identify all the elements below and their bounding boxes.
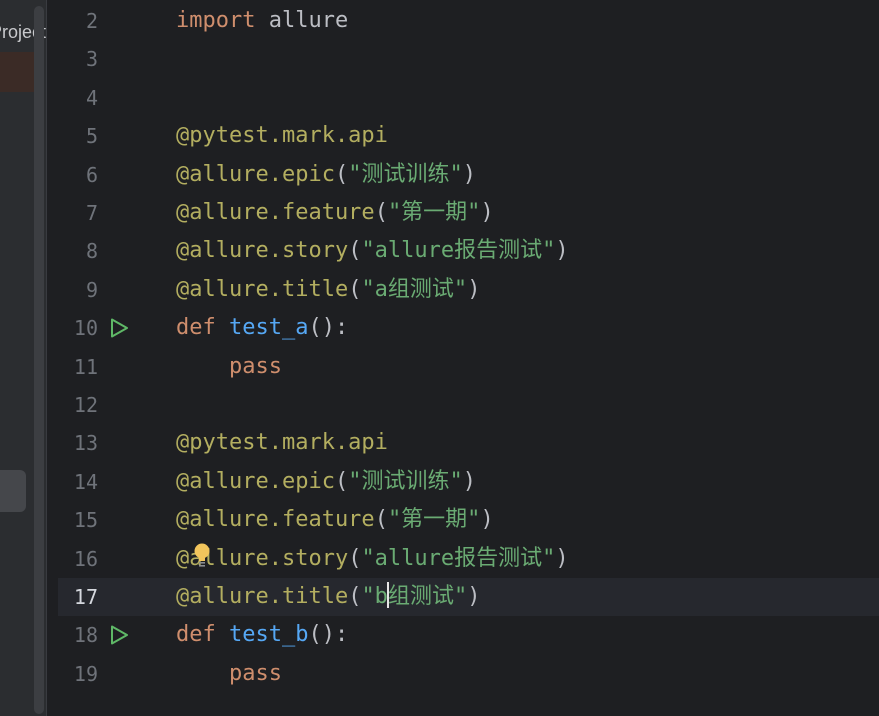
line-number: 17 — [73, 585, 98, 609]
code-text[interactable]: @allure.feature("第一期") — [176, 194, 494, 232]
line-number: 6 — [85, 162, 98, 187]
line-number: 7 — [85, 201, 98, 225]
code-line[interactable]: 19 pass — [58, 655, 879, 693]
code-line[interactable]: 9 @allure.title("a组测试") — [58, 271, 879, 309]
code-line-current[interactable]: 17 @allure.title("b组测试") — [58, 578, 879, 617]
code-text[interactable]: @pytest.mark.api — [176, 424, 388, 462]
code-line[interactable]: 14 @allure.epic("测试训练") — [58, 463, 879, 501]
line-number: 3 — [85, 47, 98, 72]
code-line[interactable]: 2 import allure — [58, 2, 879, 40]
code-text[interactable]: @pytest.mark.api — [176, 117, 388, 155]
project-tool-window: Project — [0, 0, 46, 716]
line-number: 2 — [85, 9, 98, 33]
line-number: 12 — [73, 393, 98, 417]
code-text[interactable]: @allure.feature("第一期") — [176, 501, 494, 539]
run-test-icon[interactable] — [108, 624, 130, 646]
line-number: 14 — [73, 469, 98, 494]
line-number: 8 — [85, 239, 98, 264]
code-text[interactable]: pass — [176, 655, 282, 693]
project-panel-scrollbar[interactable] — [34, 6, 44, 714]
code-text[interactable]: import allure — [176, 2, 348, 40]
line-number: 18 — [73, 623, 98, 648]
line-number: 16 — [73, 546, 98, 571]
code-text[interactable]: def test_b(): — [176, 616, 348, 654]
code-text[interactable]: @allure.title("a组测试") — [176, 271, 480, 309]
code-line[interactable]: 4 — [58, 79, 879, 117]
code-line[interactable]: 7 @allure.feature("第一期") — [58, 194, 879, 232]
line-number: 11 — [73, 354, 98, 379]
code-line[interactable]: 6 @allure.epic("测试训练") — [58, 156, 879, 194]
code-line[interactable]: 13 @pytest.mark.api — [58, 424, 879, 462]
code-line[interactable]: 12 — [58, 386, 879, 424]
line-number: 15 — [73, 508, 98, 533]
run-test-icon[interactable] — [108, 317, 130, 339]
code-text[interactable]: @allure.epic("测试训练") — [176, 463, 476, 501]
line-number: 5 — [85, 124, 98, 149]
code-line[interactable]: 5 @pytest.mark.api — [58, 117, 879, 155]
line-number: 19 — [73, 661, 98, 686]
code-text[interactable]: @allure.epic("测试训练") — [176, 156, 476, 194]
line-number: 4 — [85, 85, 98, 110]
code-text[interactable]: @allure.story("allure报告测试") — [176, 232, 569, 270]
code-line[interactable]: 10 def test_a(): — [58, 309, 879, 347]
code-line[interactable]: 18 def test_b(): — [58, 616, 879, 654]
project-tree-highlight[interactable] — [0, 470, 26, 512]
code-line[interactable]: 11 pass — [58, 348, 879, 386]
line-number: 13 — [73, 431, 98, 456]
code-line[interactable]: 3 — [58, 40, 879, 78]
code-text[interactable]: def test_a(): — [176, 309, 348, 347]
code-line[interactable]: 16 @allure.story("allure报告测试") — [58, 540, 879, 578]
code-editor[interactable]: 2 import allure 3 4 5 @pytest.mark.api 6… — [58, 0, 879, 716]
intention-bulb-icon[interactable] — [193, 543, 211, 569]
code-line[interactable]: 8 @allure.story("allure报告测试") — [58, 232, 879, 270]
code-line[interactable]: 15 @allure.feature("第一期") — [58, 501, 879, 539]
line-number: 9 — [85, 277, 98, 302]
code-text[interactable]: pass — [176, 348, 282, 386]
line-number: 10 — [73, 316, 98, 341]
code-text[interactable]: @allure.story("allure报告测试") — [176, 540, 569, 578]
code-text[interactable]: @allure.title("b组测试") — [176, 578, 480, 616]
